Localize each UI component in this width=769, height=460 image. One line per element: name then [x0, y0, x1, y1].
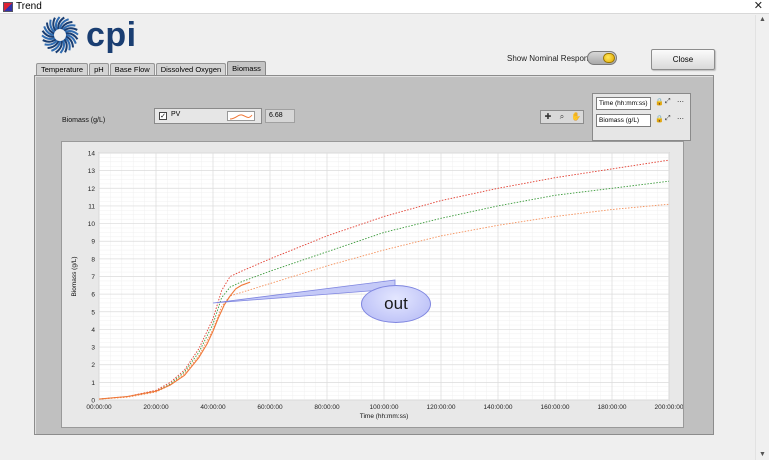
annotation-callout: out — [361, 285, 431, 323]
tab-panel: Biomass (g/L) ✓ PV 6.68 ✚ ⌕ ✋ Time (hh:m… — [34, 75, 714, 435]
y-tick-label: 8 — [91, 256, 95, 263]
scale-row-y: Biomass (g/L) 🔒 ⤢ ⋯ — [596, 114, 689, 128]
lock-icon[interactable]: 🔒 — [655, 115, 664, 123]
pan-icon[interactable]: ✋ — [571, 112, 581, 122]
y-tick-label: 4 — [91, 327, 95, 334]
autoscale-x-icon[interactable]: ⤢ — [665, 98, 671, 106]
cpi-logo: cpi — [40, 15, 137, 55]
x-tick-label: 160:00:00 — [541, 404, 570, 411]
client-area: cpi Show Nominal Responses Close Tempera… — [0, 15, 769, 460]
y-tick-label: 5 — [91, 309, 95, 316]
x-axis-label: Time (hh:mm:ss) — [360, 413, 409, 420]
tab-bar: Temperature pH Base Flow Dissolved Oxyge… — [36, 61, 267, 76]
legend-swatch[interactable] — [227, 111, 255, 121]
x-tick-label: 80:00:00 — [314, 404, 340, 411]
biomass-chart[interactable]: 00:00:00 20:00:00 40:00:00 60:00:00 80:00:00… — [62, 142, 683, 427]
x-scale-label: Time (hh:mm:ss) — [596, 97, 651, 110]
lock-icon[interactable]: 🔒 — [655, 98, 664, 106]
app-icon — [3, 2, 13, 12]
close-button[interactable]: Close — [651, 49, 715, 70]
y-tick-label: 2 — [91, 362, 95, 369]
graph-palette: ✚ ⌕ ✋ — [540, 110, 584, 124]
title-bar: Trend ✕ — [0, 0, 769, 14]
graph-label: Biomass (g/L) — [62, 117, 106, 124]
y-tick-label: 9 — [91, 239, 95, 246]
format-y-icon[interactable]: ⋯ — [677, 115, 684, 123]
logo-swirl-icon — [41, 16, 79, 54]
y-tick-label: 7 — [91, 274, 95, 281]
toggle-knob — [603, 53, 615, 63]
tab-biomass[interactable]: Biomass — [227, 61, 266, 76]
y-tick-label: 14 — [88, 151, 96, 158]
x-tick-label: 00:00:00 — [86, 404, 112, 411]
callout-text: out — [384, 294, 408, 313]
zoom-icon[interactable]: ⌕ — [557, 112, 567, 122]
plot-frame: 00:00:00 20:00:00 40:00:00 60:00:00 80:00:00… — [61, 141, 684, 428]
legend-checkbox[interactable]: ✓ — [159, 112, 167, 120]
x-tick-label: 40:00:00 — [200, 404, 226, 411]
y-tick-label: 12 — [88, 186, 96, 193]
y-tick-label: 1 — [91, 380, 95, 387]
y-tick-label: 13 — [88, 168, 96, 175]
y-axis-label: Biomass (g/L) — [71, 256, 78, 296]
vertical-scrollbar[interactable]: ▲ ▼ — [755, 15, 769, 460]
x-tick-label: 180:00:00 — [598, 404, 627, 411]
logo-text: cpi — [86, 16, 137, 54]
plot-legend[interactable]: ✓ PV — [154, 108, 262, 124]
scale-row-x: Time (hh:mm:ss) 🔒 ⤢ ⋯ — [596, 97, 689, 111]
show-nominal-toggle[interactable] — [587, 51, 617, 65]
x-tick-label: 100:00:00 — [370, 404, 399, 411]
window-title: Trend — [16, 1, 42, 12]
y-tick-label: 3 — [91, 345, 95, 352]
x-tick-label: 120:00:00 — [427, 404, 456, 411]
window-close-icon[interactable]: ✕ — [754, 0, 763, 12]
scroll-down-icon[interactable]: ▼ — [759, 451, 766, 458]
x-tick-label: 200:00:00 — [655, 404, 683, 411]
autoscale-y-icon[interactable]: ⤢ — [665, 115, 671, 123]
pv-value: 6.68 — [265, 109, 295, 123]
x-tick-label: 60:00:00 — [257, 404, 283, 411]
scale-legend: Time (hh:mm:ss) 🔒 ⤢ ⋯ Biomass (g/L) 🔒 ⤢ … — [592, 93, 691, 141]
y-tick-label: 0 — [91, 398, 95, 405]
legend-name: PV — [171, 111, 181, 118]
format-x-icon[interactable]: ⋯ — [677, 98, 684, 106]
scroll-up-icon[interactable]: ▲ — [759, 16, 766, 23]
crosshair-icon[interactable]: ✚ — [543, 112, 553, 122]
x-tick-label: 140:00:00 — [484, 404, 513, 411]
y-tick-label: 6 — [91, 292, 95, 299]
x-tick-label: 20:00:00 — [143, 404, 169, 411]
y-tick-label: 10 — [88, 221, 96, 228]
y-tick-label: 11 — [88, 203, 95, 210]
y-scale-label: Biomass (g/L) — [596, 114, 651, 127]
